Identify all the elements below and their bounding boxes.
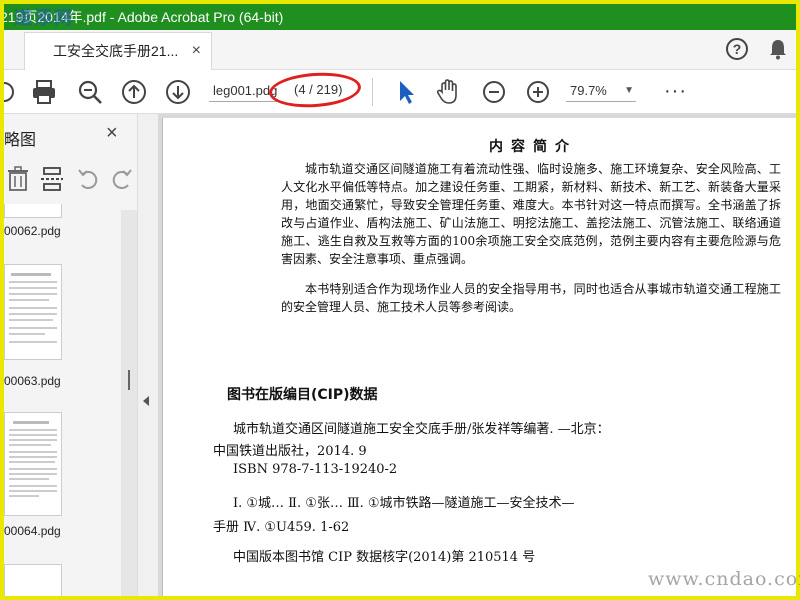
- thumbnails-panel-title: 略图: [4, 132, 37, 149]
- main-toolbar: leg001.pdg (4 / 219) 79.7% ▼ ···: [4, 69, 796, 114]
- scrollbar-thumb[interactable]: [128, 370, 130, 390]
- cip-line-4: Ⅰ. ①城… Ⅱ. ①张… Ⅲ. ①城市铁路—隧道施工—安全技术—: [233, 496, 575, 511]
- print-icon[interactable]: [30, 78, 58, 106]
- zoom-search-icon[interactable]: [76, 78, 104, 106]
- more-tools-icon[interactable]: ···: [664, 80, 687, 103]
- thumbnails-panel: 略图 × 00062.pdg 00063.pdg 00064.pdg: [4, 114, 138, 596]
- save-icon[interactable]: [4, 78, 18, 106]
- intro-heading: 内容简介: [489, 139, 577, 155]
- page-thumbnail[interactable]: [4, 204, 62, 218]
- thumbnail-scrollbar[interactable]: [121, 210, 137, 596]
- select-cursor-icon[interactable]: [392, 78, 420, 106]
- delete-page-icon[interactable]: [6, 166, 30, 192]
- intro-paragraph-2: 本书特别适合作为现场作业人员的安全指导用书，同时也适合从事城市轨道交通工程施工的…: [281, 282, 781, 314]
- thumbnail-label: 00062.pdg: [4, 224, 61, 238]
- close-tab-icon[interactable]: ×: [192, 33, 201, 69]
- cip-line-1: 城市轨道交通区间隧道施工安全交底手册/张发祥等编著. —北京：: [233, 422, 610, 437]
- thumbnail-label: 00063.pdg: [4, 374, 61, 388]
- page-thumbnail[interactable]: [4, 564, 62, 596]
- document-view[interactable]: 内容简介 城市轨道交通区间隧道施工有着流动性强、临时设施多、施工环境复杂、安全风…: [158, 114, 796, 596]
- close-panel-icon[interactable]: ×: [106, 122, 118, 145]
- hand-tool-icon[interactable]: [434, 78, 462, 106]
- rotate-left-icon[interactable]: [76, 166, 100, 192]
- title-bar: 219页2014年.pdf - Adobe Acrobat Pro (64-bi…: [4, 4, 796, 30]
- cip-line-5: 手册 Ⅳ. ①U459. 1-62: [213, 520, 350, 535]
- previous-page-icon[interactable]: [120, 78, 148, 106]
- thumbnail-tools: [4, 162, 138, 198]
- zoom-out-icon[interactable]: [480, 78, 508, 106]
- thumbnail-list: 00062.pdg 00063.pdg 00064.pdg: [4, 204, 120, 596]
- thumbnail-preview: [9, 273, 57, 343]
- cip-line-2: 中国铁道出版社，2014. 9: [213, 444, 367, 459]
- intro-paragraph-1: 城市轨道交通区间隧道施工有着流动性强、临时设施多、施工环境复杂、安全风险高、工人…: [281, 162, 781, 266]
- tab-bar: 工安全交底手册21... × ?: [4, 30, 796, 70]
- cip-line-6: 中国版本图书馆 CIP 数据核字(2014)第 210514 号: [233, 550, 536, 565]
- watermark-bottom: www.cndao.com: [648, 568, 800, 590]
- zoom-level-value: 79.7%: [570, 83, 607, 98]
- rotate-right-icon[interactable]: [110, 166, 134, 192]
- red-highlight-ellipse: [267, 69, 363, 111]
- zoom-level-select[interactable]: 79.7% ▼: [566, 82, 636, 102]
- bell-icon[interactable]: [768, 38, 788, 60]
- chevron-down-icon: ▼: [624, 85, 634, 96]
- pdf-page: 内容简介 城市轨道交通区间隧道施工有着流动性强、临时设施多、施工环境复杂、安全风…: [162, 118, 796, 596]
- help-icon[interactable]: ?: [726, 38, 748, 60]
- document-tab[interactable]: 工安全交底手册21... ×: [24, 32, 212, 70]
- watermark-top: 道添网: [14, 8, 74, 29]
- panel-splitter[interactable]: [138, 114, 158, 596]
- document-tab-label: 工安全交底手册21...: [53, 43, 179, 59]
- acrobat-window: 219页2014年.pdf - Adobe Acrobat Pro (64-bi…: [4, 4, 796, 596]
- zoom-in-icon[interactable]: [524, 78, 552, 106]
- thumbnail-label: 00064.pdg: [4, 524, 61, 538]
- toolbar-divider: [372, 78, 373, 106]
- page-thumbnail[interactable]: [4, 412, 62, 516]
- cip-line-3: ISBN 978-7-113-19240-2: [233, 462, 398, 477]
- collapse-arrow-icon[interactable]: [143, 396, 149, 406]
- cip-heading: 图书在版编目(CIP)数据: [227, 387, 378, 403]
- page-thumbnail[interactable]: [4, 264, 62, 360]
- insert-pages-icon[interactable]: [40, 166, 64, 192]
- next-page-icon[interactable]: [164, 78, 192, 106]
- thumbnail-preview: [9, 421, 57, 497]
